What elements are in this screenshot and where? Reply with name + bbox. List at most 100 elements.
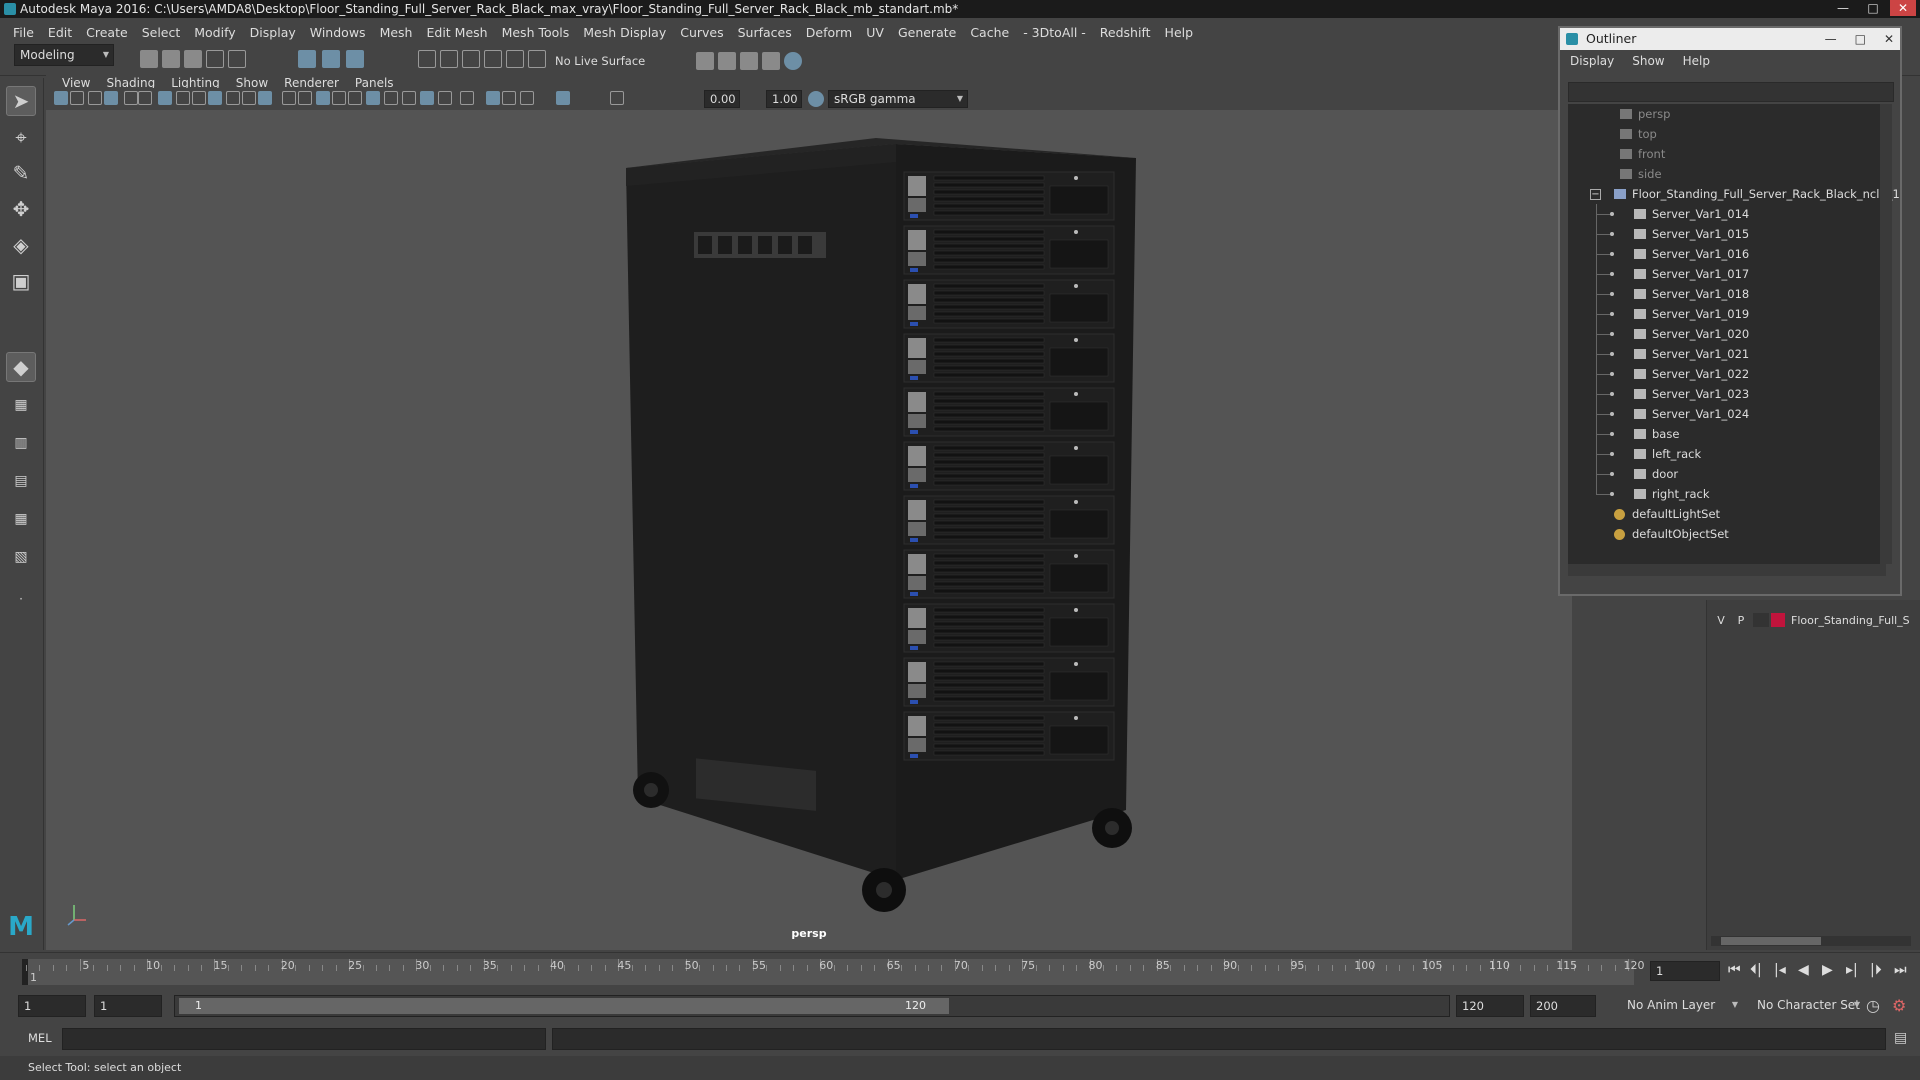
view-transform-dropdown[interactable]: sRGB gamma [828,90,968,108]
single-perspective-layout-icon[interactable]: ◆ [6,352,36,382]
shadows-icon[interactable] [384,91,398,105]
save-scene-icon[interactable] [184,50,202,68]
rotate-tool-icon[interactable]: ◈ [6,230,36,260]
outliner-item-server-var1-014[interactable]: Server_Var1_014 [1634,204,1749,224]
menu-mesh[interactable]: Mesh [373,25,420,40]
layer-scrollbar[interactable] [1711,936,1911,946]
menu-generate[interactable]: Generate [891,25,963,40]
paint-select-tool-icon[interactable]: ✎ [6,158,36,188]
field-chart-icon[interactable] [226,91,240,105]
outliner-item-server-var1-016[interactable]: Server_Var1_016 [1634,244,1749,264]
anti-aliasing-icon[interactable] [438,91,452,105]
layer-type-box[interactable] [1753,613,1769,627]
snap-live-icon[interactable] [528,50,546,68]
menu-mesh-tools[interactable]: Mesh Tools [495,25,577,40]
maximize-button[interactable]: □ [1860,0,1886,16]
menu-select[interactable]: Select [135,25,188,40]
menu-uv[interactable]: UV [859,25,891,40]
menu-curves[interactable]: Curves [673,25,730,40]
render-view-icon[interactable] [696,52,714,70]
render-current-icon[interactable] [718,52,736,70]
menu-file[interactable]: File [6,25,41,40]
menu-deform[interactable]: Deform [799,25,859,40]
open-scene-icon[interactable] [162,50,180,68]
use-all-lights-icon[interactable] [366,91,380,105]
collapse-toggle-icon[interactable]: − [1590,189,1601,200]
xray-icon[interactable] [486,91,500,105]
gamma-icon[interactable] [610,91,624,105]
outliner-set-defaultlightset[interactable]: defaultLightSet [1614,504,1720,524]
menu-windows[interactable]: Windows [303,25,373,40]
outliner-root-group[interactable]: Floor_Standing_Full_Server_Rack_Black_nc… [1614,184,1900,204]
layer-color-swatch[interactable] [1771,613,1785,627]
menu-cache[interactable]: Cache [963,25,1016,40]
snap-curve-icon[interactable] [440,50,458,68]
persp-outliner-layout-icon[interactable]: ▥ [6,428,36,458]
outliner-item-server-var1-020[interactable]: Server_Var1_020 [1634,324,1749,344]
step-forward-key-button[interactable]: ▸| [1846,962,1858,978]
outliner-item-right-rack[interactable]: right_rack [1634,484,1710,504]
bookmark-icon[interactable] [88,91,102,105]
screen-space-ao-icon[interactable] [402,91,416,105]
menu-edit[interactable]: Edit [41,25,79,40]
step-back-frame-button[interactable]: ⏴| [1750,962,1762,978]
select-component-icon[interactable] [346,50,364,68]
render-settings-icon[interactable] [762,52,780,70]
outliner-item-left-rack[interactable]: left_rack [1634,444,1701,464]
textured-icon[interactable] [348,91,362,105]
scale-tool-icon[interactable]: ▣ [6,266,36,296]
outliner-item-server-var1-023[interactable]: Server_Var1_023 [1634,384,1749,404]
image-plane-icon[interactable] [104,91,118,105]
select-hierarchy-icon[interactable] [298,50,316,68]
wireframe-icon[interactable] [282,91,296,105]
outliner-menu-show[interactable]: Show [1632,54,1664,68]
motion-blur-icon[interactable] [420,91,434,105]
hypershade-icon[interactable] [784,52,802,70]
safe-action-icon[interactable] [242,91,256,105]
playback-end-field[interactable]: 120 [1456,995,1524,1017]
outliner-camera-front[interactable]: front [1620,144,1665,164]
menu-create[interactable]: Create [79,25,135,40]
move-tool-icon[interactable]: ✥ [6,194,36,224]
snap-surface-icon[interactable] [506,50,524,68]
layer-row[interactable]: V P Floor_Standing_Full_S [1711,610,1911,630]
menu-surfaces[interactable]: Surfaces [731,25,799,40]
menu-modify[interactable]: Modify [187,25,242,40]
time-ruler[interactable]: 1 5 10 15 20 25 30 35 40 45 50 55 60 65 70 75 80 85 90 95 1… [22,959,1645,985]
character-set-dropdown[interactable]: No Character Set [1752,995,1864,1017]
script-editor-icon[interactable]: ▤ [1894,1030,1907,1046]
playback-start-field[interactable]: 1 [94,995,162,1017]
outliner-vertical-scrollbar[interactable] [1880,104,1892,564]
time-slider[interactable]: 1 5 10 15 20 25 30 35 40 45 50 55 60 65 70 75 80 85 90 95 1… [0,952,1920,988]
persp-uv-layout-icon[interactable]: ▧ [6,542,36,572]
script-language-label[interactable]: MEL [28,1031,52,1045]
snap-grid-icon[interactable] [418,50,436,68]
menu-3dtoall[interactable]: - 3DtoAll - [1016,25,1093,40]
outliner-maximize-button[interactable]: □ [1855,28,1866,50]
xray-joints-icon[interactable] [502,91,516,105]
command-input[interactable] [62,1028,546,1050]
outliner-item-server-var1-019[interactable]: Server_Var1_019 [1634,304,1749,324]
close-button[interactable]: ✕ [1890,0,1916,16]
wireframe-on-shaded-icon[interactable] [332,91,346,105]
undo-icon[interactable] [206,50,224,68]
outliner-menu-display[interactable]: Display [1570,54,1614,68]
xray-components-icon[interactable] [520,91,534,105]
gamma-field[interactable]: 1.00 [766,90,802,108]
step-back-key-button[interactable]: |◂ [1774,962,1786,978]
layer-playback-toggle[interactable]: P [1731,614,1751,627]
menu-edit-mesh[interactable]: Edit Mesh [419,25,494,40]
grid-icon[interactable] [158,91,172,105]
play-forward-button[interactable]: ▶ [1822,962,1833,978]
outliner-horizontal-scrollbar[interactable] [1568,564,1886,576]
outliner-camera-persp[interactable]: persp [1620,104,1670,124]
default-material-icon[interactable] [316,91,330,105]
lasso-tool-icon[interactable]: ⌖ [6,122,36,152]
snap-point-icon[interactable] [462,50,480,68]
animation-prefs-icon[interactable]: ⚙ [1892,996,1906,1015]
camera-attr-icon[interactable] [70,91,84,105]
select-tool-icon[interactable]: ➤ [6,86,36,116]
outliner-item-server-var1-015[interactable]: Server_Var1_015 [1634,224,1749,244]
go-to-end-button[interactable]: ⏭ [1894,962,1907,978]
outliner-camera-side[interactable]: side [1620,164,1662,184]
